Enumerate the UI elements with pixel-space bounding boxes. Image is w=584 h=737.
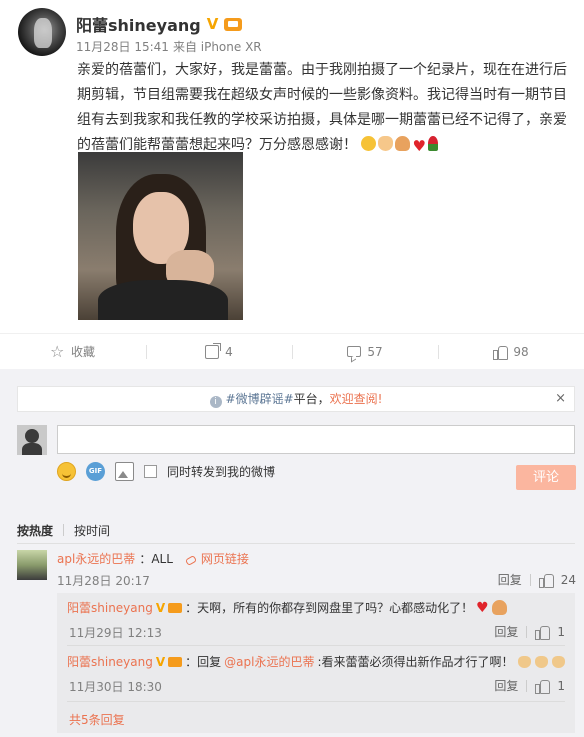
reply-ops: 回复 1 xyxy=(494,677,565,694)
pray-emoji-icon xyxy=(395,136,411,151)
sort-divider-mark xyxy=(63,524,65,536)
author-line: 阳蕾shineyang V xyxy=(76,12,243,36)
commenter-avatar[interactable] xyxy=(17,550,47,580)
web-link[interactable]: 网页链接 xyxy=(201,550,249,567)
vip-badge-icon xyxy=(168,602,183,613)
share-button[interactable]: 4 xyxy=(146,334,292,369)
like-button[interactable]: 98 xyxy=(438,334,584,369)
image-icon[interactable] xyxy=(115,462,134,481)
heart-emoji-icon: ♥ xyxy=(412,137,426,155)
author-name[interactable]: 阳蕾shineyang xyxy=(76,12,201,36)
post-meta: 11月28日 15:41 来自 iPhone XR xyxy=(76,38,262,55)
reply-list: 阳蕾shineyang V ：天啊，所有的你都存到网盘里了吗？心都感动化了！ ♥… xyxy=(57,593,575,733)
comment-count: 57 xyxy=(367,344,383,359)
notice-hashtag[interactable]: #微博辟谣# xyxy=(226,392,294,406)
vip-badge-icon xyxy=(168,656,183,667)
forward-label: 同时转发到我的微博 xyxy=(167,465,276,479)
thumbs-up-icon xyxy=(493,345,509,360)
clap-emoji-icon xyxy=(378,136,394,151)
comment-like-count: 24 xyxy=(560,572,576,587)
composer-tools: GIF 同时转发到我的微博 xyxy=(57,462,275,481)
clap-emoji-icon xyxy=(517,655,531,668)
forward-checkbox[interactable] xyxy=(144,465,157,478)
heart-emoji-icon: ♥ xyxy=(476,599,489,616)
reply-button[interactable]: 回复 xyxy=(494,623,518,640)
post-text: 亲爱的蓓蕾们，大家好，我是蕾蕾。由于我刚拍摄了一个纪录片，现在在进行后期剪辑，节… xyxy=(77,58,567,159)
reply-like-count: 1 xyxy=(557,678,565,693)
reply-button[interactable]: 回复 xyxy=(494,677,518,694)
post-photo[interactable] xyxy=(78,152,243,320)
reply-mention[interactable]: @apl永远的巴蒂 xyxy=(224,653,314,670)
ops-divider xyxy=(526,625,528,638)
clap-emoji-icon xyxy=(551,655,565,668)
pray-emoji-icon xyxy=(491,600,507,615)
thumbs-up-icon[interactable] xyxy=(535,679,551,694)
divider xyxy=(67,645,565,646)
notice-link[interactable]: 欢迎查阅! xyxy=(330,392,383,406)
post-action-bar: 收藏 4 57 98 xyxy=(0,333,584,369)
reply-author[interactable]: 阳蕾shineyang xyxy=(67,653,153,670)
favorite-button[interactable]: 收藏 xyxy=(0,334,146,369)
rose-emoji-icon xyxy=(427,136,438,151)
share-icon xyxy=(205,342,222,359)
sort-by-time-tab[interactable]: 按时间 xyxy=(74,522,110,539)
weibo-post: 阳蕾shineyang V 11月28日 15:41 来自 iPhone XR … xyxy=(0,0,584,333)
thumbs-up-icon[interactable] xyxy=(538,573,554,588)
post-source: 来自 iPhone XR xyxy=(172,40,262,54)
divider xyxy=(67,701,565,702)
sort-bar: 按热度 按时间 xyxy=(17,517,575,543)
more-replies-link[interactable]: 共5条回复 xyxy=(69,711,125,728)
emoji-icon[interactable] xyxy=(57,462,76,481)
star-icon xyxy=(50,342,65,361)
smile-emoji-icon xyxy=(361,136,377,151)
commenter-name[interactable]: apl永远的巴蒂 xyxy=(57,550,135,567)
reply-item: 阳蕾shineyang V ：天啊，所有的你都存到网盘里了吗？心都感动化了！ ♥ xyxy=(67,599,509,616)
reply-text: ：天啊，所有的你都存到网盘里了吗？心都感动化了！ xyxy=(185,601,474,615)
reply-like-count: 1 xyxy=(557,624,565,639)
submit-comment-button[interactable]: 评论 xyxy=(516,465,576,490)
reply-author[interactable]: 阳蕾shineyang xyxy=(67,599,153,616)
reply-button[interactable]: 回复 xyxy=(498,571,522,588)
comment-time: 11月28日 20:17 xyxy=(57,574,150,588)
verified-badge-icon: V xyxy=(206,15,219,33)
share-count: 4 xyxy=(225,344,233,359)
thumbs-up-icon[interactable] xyxy=(535,625,551,640)
favorite-label: 收藏 xyxy=(70,345,95,359)
comment-text: ：ALL xyxy=(139,552,173,566)
post-body: 亲爱的蓓蕾们，大家好，我是蕾蕾。由于我刚拍摄了一个纪录片，现在在进行后期剪辑，节… xyxy=(77,62,567,153)
photo-shirt xyxy=(98,280,228,320)
clap-emoji-icon xyxy=(534,655,548,668)
reply-ops: 回复 1 xyxy=(494,623,565,640)
comment-input[interactable] xyxy=(57,425,575,454)
reply-time: 11月30日 18:30 xyxy=(69,680,162,694)
divider xyxy=(17,543,575,544)
comment-ops: 回复 24 xyxy=(498,571,576,588)
reply-time: 11月29日 12:13 xyxy=(69,626,162,640)
gif-icon[interactable]: GIF xyxy=(86,462,105,481)
reply-text: :看来蕾蕾必须得出新作品才行了啊！ xyxy=(317,655,514,669)
sort-by-hot-tab[interactable]: 按热度 xyxy=(17,522,53,539)
notice-text: 平台， xyxy=(293,392,330,406)
author-avatar[interactable] xyxy=(18,8,66,56)
verified-badge-icon: V xyxy=(155,600,166,615)
current-user-avatar xyxy=(17,425,47,455)
reply-prefix: ：回复 xyxy=(185,655,222,669)
post-time[interactable]: 11月28日 15:41 xyxy=(76,38,169,55)
info-icon: i xyxy=(209,396,222,408)
comment-section: i #微博辟谣#平台，欢迎查阅! × GIF 同时转发到我的微博 评论 按热度 按… xyxy=(0,369,584,737)
verified-badge-icon: V xyxy=(155,654,166,669)
comment-button[interactable]: 57 xyxy=(292,334,438,369)
link-icon xyxy=(185,553,197,565)
comment-icon xyxy=(347,346,362,357)
reply-item: 阳蕾shineyang V ：回复 @apl永远的巴蒂 :看来蕾蕾必须得出新作品… xyxy=(67,653,565,670)
ops-divider xyxy=(529,573,531,586)
close-icon[interactable]: × xyxy=(555,387,566,411)
vip-badge-icon xyxy=(224,17,243,31)
ops-divider xyxy=(526,679,528,692)
comment-line: apl永远的巴蒂 ：ALL 网页链接 xyxy=(57,550,249,567)
rumor-notice-bar: i #微博辟谣#平台，欢迎查阅! × xyxy=(17,386,575,412)
like-count: 98 xyxy=(513,344,529,359)
